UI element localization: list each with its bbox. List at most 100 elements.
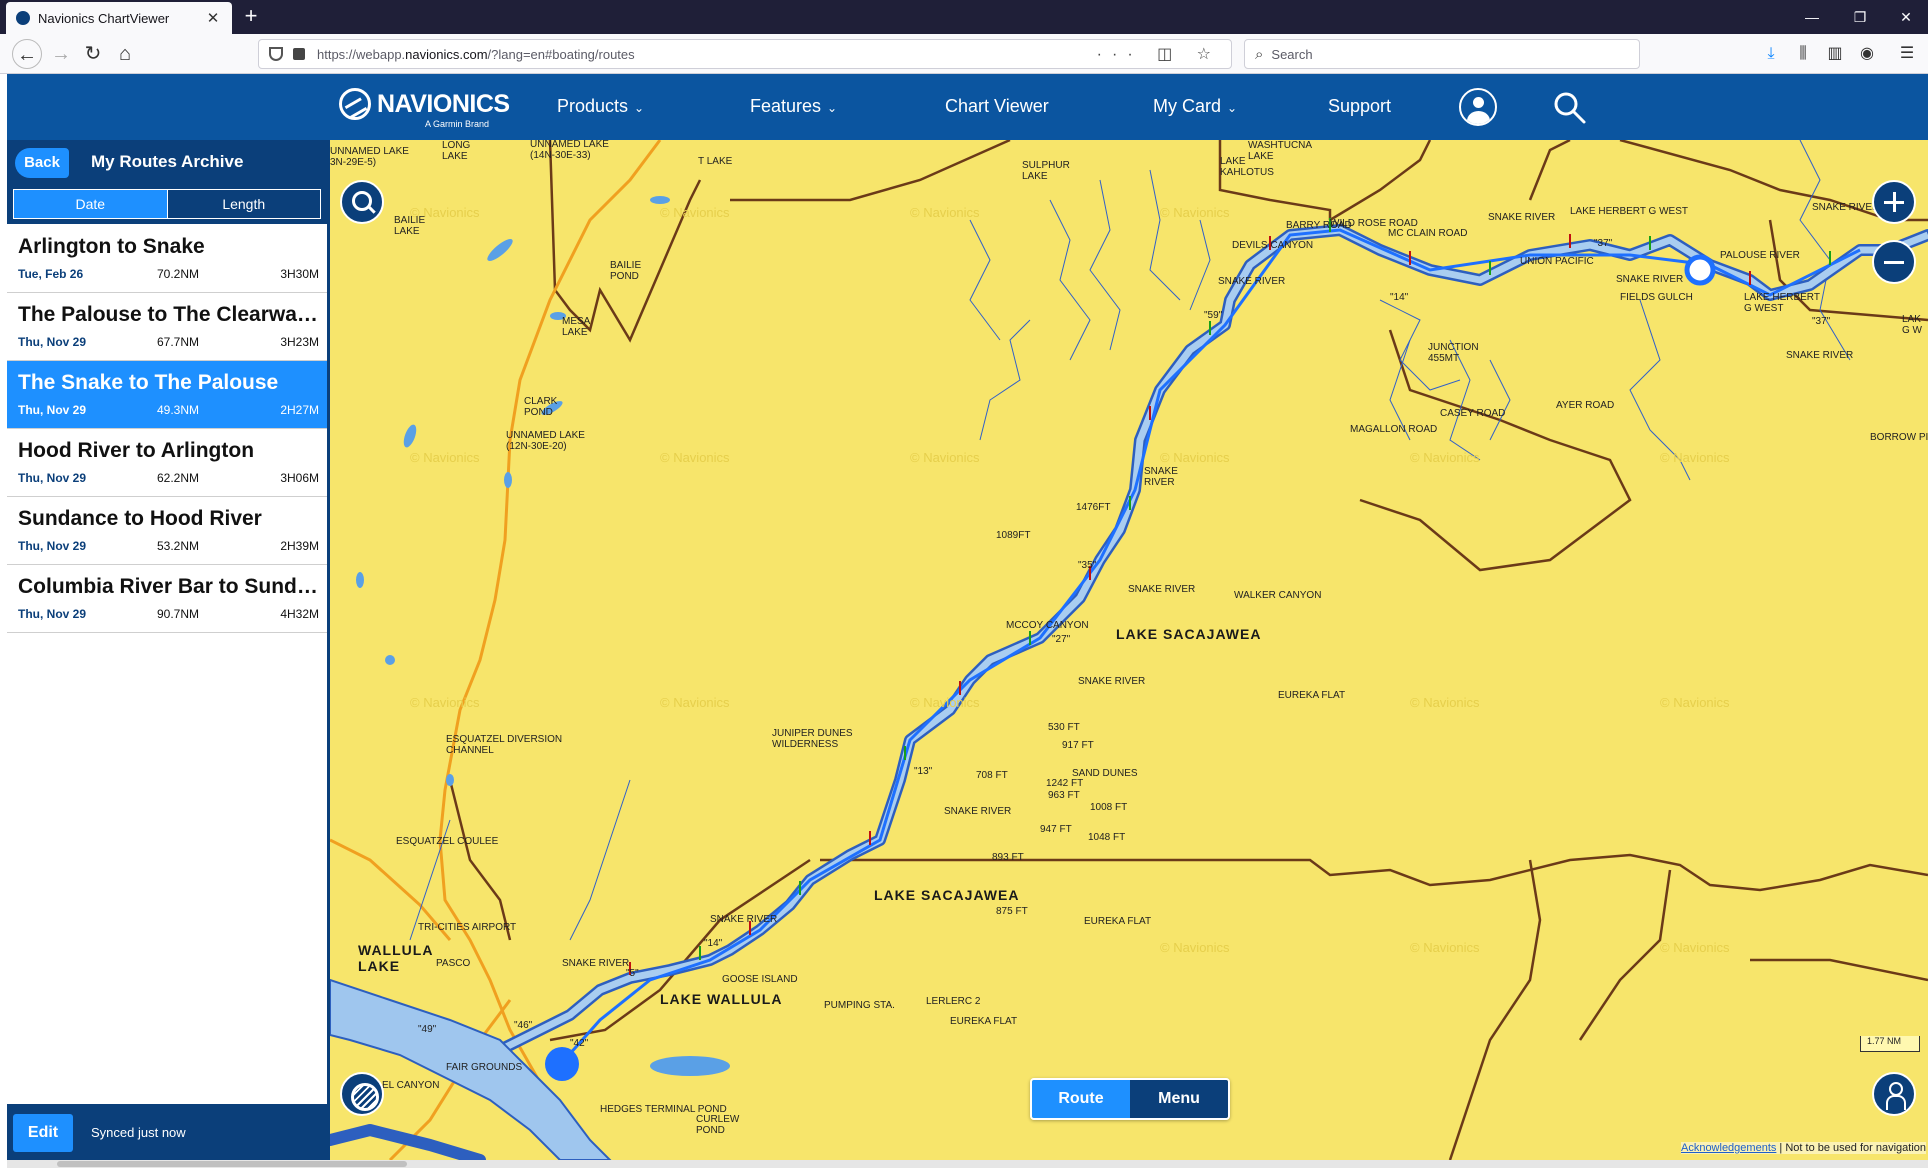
watermark: © Navionics — [910, 205, 980, 220]
route-item-selected[interactable]: The Snake to The Palouse Thu, Nov 29 49.… — [7, 361, 327, 429]
page-actions-icon[interactable]: ··· ◫ ☆ — [1097, 44, 1221, 64]
back-button[interactable]: Back — [15, 148, 69, 178]
map-label-major: LAKE WALLULA — [660, 991, 783, 1007]
reload-icon[interactable]: ↻ — [78, 39, 108, 69]
address-bar[interactable]: https://webapp.navionics.com/?lang=en#bo… — [258, 39, 1232, 69]
restore-window-icon[interactable]: ❐ — [1838, 0, 1882, 34]
new-tab-button[interactable]: + — [238, 4, 264, 30]
sidebar-icon[interactable]: ▥ — [1822, 41, 1848, 67]
map-label: "42" — [570, 1038, 589, 1049]
sort-by-length-tab[interactable]: Length — [166, 190, 321, 218]
roads — [448, 140, 1928, 1160]
close-tab-icon[interactable]: ✕ — [204, 9, 222, 27]
logo-text: NAVIONICS — [377, 90, 510, 118]
route-item[interactable]: Arlington to Snake Tue, Feb 26 70.2NM 3H… — [7, 225, 327, 293]
library-icon[interactable]: ⫼ — [1790, 41, 1816, 67]
route-name: The Snake to The Palouse — [18, 371, 279, 394]
map-label: "14" — [704, 938, 723, 949]
nav-chart-viewer-label: Chart Viewer — [945, 96, 1049, 116]
forward-arrow-icon[interactable]: → — [46, 39, 76, 69]
account-icon[interactable]: ◉ — [1854, 41, 1880, 67]
map-layers-icon[interactable] — [340, 1072, 384, 1116]
watermark: © Navionics — [1660, 940, 1730, 955]
tracking-shield-icon[interactable] — [269, 47, 283, 61]
my-location-icon[interactable] — [1872, 1072, 1916, 1116]
map-label: "14" — [1390, 292, 1409, 303]
zoom-in-icon[interactable] — [1872, 180, 1916, 224]
lock-icon[interactable] — [293, 48, 305, 60]
map-label: "5" — [626, 968, 639, 979]
route-item[interactable]: Hood River to Arlington Thu, Nov 29 62.2… — [7, 429, 327, 497]
map-label-major: LAKE SACAJAWEA — [874, 887, 1020, 903]
route-item[interactable]: Columbia River Bar to Sundance Thu, Nov … — [7, 565, 327, 633]
map-label: SNAKE RIVER — [1218, 276, 1286, 287]
nav-chart-viewer[interactable]: Chart Viewer — [945, 96, 1049, 117]
map-label: BORROW PI — [1870, 432, 1928, 443]
nav-products[interactable]: Products ⌄ — [557, 96, 644, 117]
nav-support[interactable]: Support — [1328, 96, 1391, 117]
map-label: LAKE HERBERT G WEST — [1570, 206, 1688, 217]
chart-map[interactable]: © Navionics © Navionics © Navionics © Na… — [330, 140, 1928, 1160]
nav-features[interactable]: Features ⌄ — [750, 96, 837, 117]
map-label: 530 FT — [1048, 722, 1080, 733]
navionics-logo-icon — [339, 88, 371, 120]
map-label: SULPHUR LAKE — [1022, 160, 1070, 182]
nav-products-label: Products — [557, 96, 629, 116]
map-label: 1048 FT — [1088, 832, 1126, 843]
nav-support-label: Support — [1328, 96, 1392, 116]
map-label: "37" — [1594, 238, 1613, 249]
site-header: NAVIONICS A Garmin Brand Products ⌄ Featu… — [7, 74, 1928, 140]
map-label: ESQUATZEL COULEE — [396, 836, 499, 847]
route-item[interactable]: Sundance to Hood River Thu, Nov 29 53.2N… — [7, 497, 327, 565]
back-arrow-icon[interactable]: ← — [12, 39, 42, 69]
map-label: PASCO — [436, 958, 471, 969]
search-placeholder: Search — [1271, 46, 1313, 62]
map-label: SNAKE RIVER — [1616, 274, 1684, 285]
map-label: LONG LAKE — [442, 140, 471, 162]
map-label: MAGALLON ROAD — [1350, 424, 1438, 435]
horizontal-scrollbar[interactable] — [7, 1160, 1928, 1168]
map-label: LERLERC 2 — [926, 996, 981, 1007]
route-menu-toggle: Route Menu — [1030, 1078, 1230, 1120]
hamburger-menu-icon[interactable]: ☰ — [1894, 41, 1920, 67]
site-search-icon[interactable] — [1553, 91, 1587, 125]
route-distance: 62.2NM — [157, 471, 200, 485]
scrollbar-thumb[interactable] — [57, 1161, 407, 1167]
map-label: SNAKE RIVER — [1128, 584, 1196, 595]
map-label-major: WALLULA LAKE — [358, 942, 434, 974]
home-icon[interactable]: ⌂ — [110, 39, 140, 69]
acknowledgements-link[interactable]: Acknowledgements — [1681, 1142, 1776, 1154]
map-label: 708 FT — [976, 770, 1008, 781]
browser-tab[interactable]: Navionics ChartViewer ✕ — [6, 2, 232, 34]
map-label: BAILIE POND — [610, 260, 642, 282]
zoom-out-icon[interactable] — [1872, 240, 1916, 284]
map-label: "35" — [1078, 560, 1097, 571]
map-label: AYER ROAD — [1556, 400, 1615, 411]
map-label: FAIR GROUNDS — [446, 1062, 523, 1073]
map-label: "27" — [1052, 634, 1071, 645]
route-item[interactable]: The Palouse to The Clearwater Thu, Nov 2… — [7, 293, 327, 361]
user-account-icon[interactable] — [1459, 88, 1497, 126]
close-window-icon[interactable]: ✕ — [1884, 0, 1928, 34]
route-distance: 67.7NM — [157, 335, 200, 349]
map-label: CURLEW POND — [696, 1114, 740, 1136]
chevron-down-icon: ⌄ — [1227, 101, 1238, 115]
sort-by-date-tab[interactable]: Date — [14, 190, 167, 218]
edit-button[interactable]: Edit — [13, 1114, 73, 1152]
route-date: Thu, Nov 29 — [18, 403, 87, 417]
downloads-icon[interactable]: ⤓ — [1758, 41, 1784, 67]
map-label: LAKE KAHLOTUS — [1220, 156, 1274, 178]
map-label: 917 FT — [1062, 740, 1094, 751]
map-label: SNAKE RIVER — [562, 958, 630, 969]
map-label: UNNAMED LAKE (14N-30E-33) — [530, 140, 609, 161]
route-button[interactable]: Route — [1032, 1080, 1130, 1118]
watermark: © Navionics — [910, 450, 980, 465]
map-label: MC CLAIN ROAD — [1388, 228, 1468, 239]
menu-button[interactable]: Menu — [1130, 1080, 1228, 1118]
map-search-icon[interactable] — [340, 180, 384, 224]
watermark: © Navionics — [1410, 450, 1480, 465]
minimize-window-icon[interactable]: — — [1790, 0, 1834, 34]
nav-my-card[interactable]: My Card ⌄ — [1153, 96, 1237, 117]
browser-search-field[interactable]: ⌕ Search — [1244, 39, 1640, 69]
watermark: © Navionics — [1160, 205, 1230, 220]
